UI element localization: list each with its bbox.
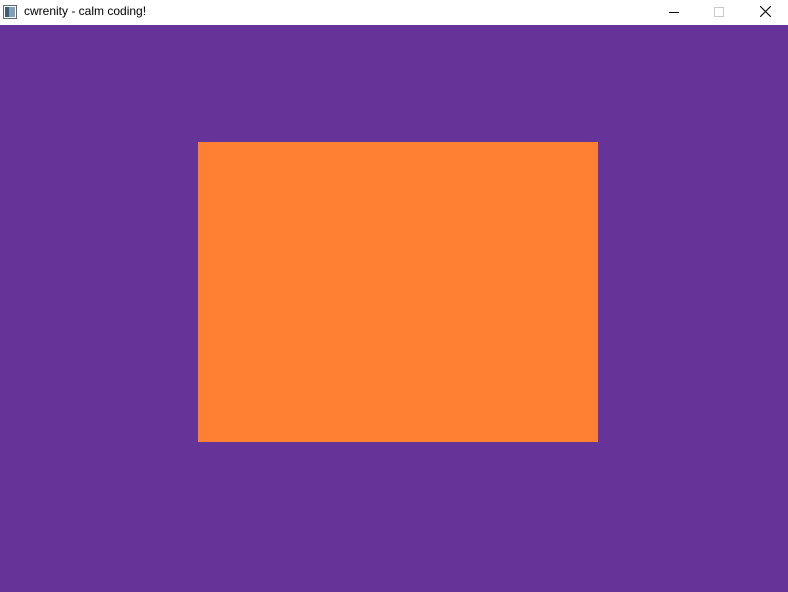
minimize-icon	[669, 4, 679, 22]
maximize-icon	[714, 4, 724, 22]
render-canvas[interactable]	[0, 25, 788, 592]
app-window: cwrenity - calm coding!	[0, 0, 788, 592]
close-button[interactable]	[742, 0, 788, 25]
title-bar[interactable]: cwrenity - calm coding!	[0, 0, 788, 25]
minimize-button[interactable]	[651, 0, 697, 25]
app-window-icon	[3, 5, 17, 19]
window-title: cwrenity - calm coding!	[24, 4, 147, 18]
maximize-button[interactable]	[696, 0, 742, 25]
close-icon	[759, 4, 771, 22]
orange-rectangle	[198, 142, 598, 442]
